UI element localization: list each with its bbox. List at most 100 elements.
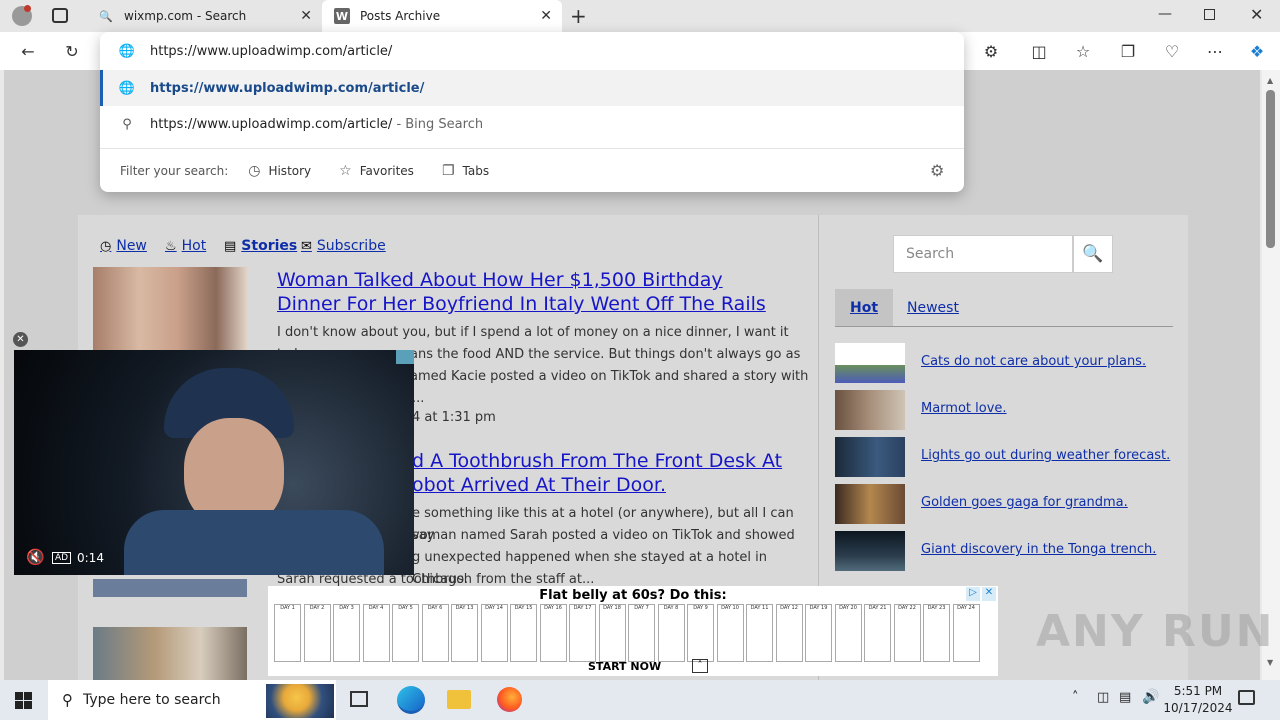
filter-tabs[interactable]: ❐ Tabs — [442, 163, 489, 179]
list-item[interactable]: Lights go out during weather forecast. — [835, 437, 1175, 477]
nav-subscribe[interactable]: ✉ Subscribe — [301, 238, 386, 254]
tab-newest[interactable]: Newest — [907, 289, 959, 327]
item-link[interactable]: Cats do not care about your plans. — [921, 354, 1146, 369]
tab-posts-archive[interactable]: W Posts Archive ✕ — [322, 0, 562, 32]
list-item[interactable]: Marmot love. — [835, 390, 1175, 430]
network-icon[interactable]: ◫ — [1097, 690, 1109, 705]
minimize-icon[interactable]: — — [1158, 6, 1172, 22]
video-time: 0:14 — [77, 551, 104, 565]
search-button[interactable]: 🔍 — [1073, 235, 1113, 273]
ad-day-cell: DAY 1 — [274, 604, 301, 662]
ad-day-cell: DAY 22 — [893, 604, 921, 662]
scroll-down-icon[interactable]: ▼ — [1267, 658, 1273, 667]
firefox-icon[interactable] — [497, 687, 522, 712]
ad-headline: Flat belly at 60s? Do this: — [539, 588, 727, 603]
chevron-up-icon[interactable]: ˄ — [692, 659, 708, 673]
back-icon[interactable]: ← — [17, 40, 39, 62]
address-input[interactable]: https://www.uploadwimp.com/article/ — [150, 44, 392, 59]
taskbar-search[interactable]: ⚲ Type here to search — [48, 680, 336, 720]
chip-label: History — [268, 163, 312, 178]
search-icon: ⚲ — [122, 116, 132, 132]
refresh-icon[interactable]: ↻ — [61, 40, 83, 62]
clock-time[interactable]: 5:51 PM — [1173, 684, 1223, 698]
tabs-icon: ❐ — [441, 162, 455, 179]
tab-hot[interactable]: Hot — [835, 289, 893, 327]
address-bar[interactable]: 🌐 https://www.uploadwimp.com/article/ — [100, 32, 964, 70]
edge-icon[interactable] — [397, 686, 425, 714]
windows-start-icon[interactable] — [15, 692, 32, 709]
copilot-icon[interactable]: ❖ — [1246, 40, 1268, 62]
item-link[interactable]: Giant discovery in the Tonga trench. — [921, 542, 1156, 557]
search-icon: 🔍 — [99, 9, 113, 23]
list-item[interactable]: Giant discovery in the Tonga trench. — [835, 531, 1175, 571]
sidebar-search-input[interactable]: Search — [893, 235, 1073, 273]
notifications-icon[interactable] — [1238, 690, 1255, 705]
close-window-icon[interactable]: ✕ — [1250, 5, 1263, 24]
filter-label: Filter your search: — [120, 163, 229, 178]
performance-icon[interactable]: ♡ — [1161, 40, 1183, 62]
item-link[interactable]: Marmot love. — [921, 401, 1007, 416]
extensions-icon[interactable]: ⚙ — [980, 40, 1002, 62]
nav-new[interactable]: ◷ New — [100, 238, 147, 254]
corner-badge — [396, 350, 414, 364]
scroll-up-icon[interactable]: ▲ — [1267, 76, 1273, 85]
list-item[interactable]: Cats do not care about your plans. — [835, 343, 1175, 383]
ad-day-cell: DAY 19 — [805, 604, 832, 662]
clock-date[interactable]: 10/17/2024 — [1163, 701, 1233, 715]
chevron-up-icon[interactable]: ˄ — [1072, 690, 1079, 705]
close-icon[interactable]: ✕ — [540, 8, 552, 24]
scrollbar[interactable]: ▲ ▼ — [1262, 70, 1280, 680]
tab-actions-icon[interactable] — [52, 8, 68, 23]
ad-banner[interactable]: Flat belly at 60s? Do this: DAY 1 DAY 2 DA… — [268, 586, 998, 676]
w-logo-icon: W — [334, 8, 350, 24]
post-excerpt: ans the food AND the service. But things… — [410, 347, 801, 362]
item-link[interactable]: Golden goes gaga for grandma. — [921, 495, 1128, 510]
video-player[interactable]: 🔇 AD 0:14 — [14, 350, 414, 575]
ad-day-cell: DAY 7 — [628, 604, 655, 662]
collections-icon[interactable]: ❐ — [1117, 40, 1139, 62]
ad-day-cell: DAY 18 — [598, 604, 626, 662]
close-icon[interactable]: ✕ — [13, 332, 28, 347]
item-link[interactable]: Lights go out during weather forecast. — [921, 448, 1170, 463]
scroll-thumb[interactable] — [1266, 90, 1275, 248]
post-excerpt: ... — [412, 391, 425, 406]
close-icon[interactable]: ✕ — [300, 8, 312, 24]
nav-label: Subscribe — [316, 238, 386, 254]
split-screen-icon[interactable]: ◫ — [1028, 40, 1050, 62]
search-icon: ⚲ — [62, 691, 73, 709]
task-view-icon[interactable] — [350, 691, 368, 707]
ad-day-cell: DAY 4 — [362, 604, 390, 662]
suggestion-bing[interactable]: ⚲ https://www.uploadwimp.com/article/ - … — [100, 106, 964, 142]
wifi-icon[interactable]: ▤ — [1119, 690, 1131, 705]
favorites-icon[interactable]: ☆ — [1072, 40, 1094, 62]
list-item[interactable]: Golden goes gaga for grandma. — [835, 484, 1175, 524]
filter-history[interactable]: ◷ History — [248, 163, 311, 179]
post-title[interactable]: Woman Talked About How Her $1,500 Birthd… — [277, 268, 787, 316]
nav-label: Hot — [181, 238, 207, 254]
close-ad-icon[interactable]: ✕ — [982, 587, 996, 601]
post-thumbnail[interactable] — [93, 579, 247, 597]
file-explorer-icon[interactable] — [447, 690, 471, 709]
nav-hot[interactable]: ♨ Hot — [165, 238, 206, 254]
post-thumbnail[interactable] — [93, 627, 247, 680]
settings-icon[interactable]: ⚙ — [930, 161, 944, 180]
ad-day-cell: DAY 20 — [834, 604, 862, 662]
filter-favorites[interactable]: ☆ Favorites — [339, 163, 414, 179]
adchoices-icon[interactable]: ▷ — [966, 587, 980, 601]
more-icon[interactable]: ⋯ — [1204, 40, 1226, 62]
suggestion-url[interactable]: 🌐 https://www.uploadwimp.com/article/ — [100, 70, 964, 106]
tab-search[interactable]: 🔍 wixmp.com - Search ✕ — [86, 0, 322, 32]
nav-stories[interactable]: ▤ Stories — [224, 238, 297, 254]
new-tab-icon[interactable]: + — [570, 4, 587, 28]
ad-cta[interactable]: START NOW — [588, 660, 661, 673]
post-title[interactable]: d A Toothbrush From The Front Desk At — [412, 449, 792, 473]
post-title[interactable]: obot Arrived At Their Door. — [412, 473, 792, 497]
taskbar-search-input[interactable]: Type here to search — [83, 692, 221, 708]
volume-icon[interactable]: 🔊 — [1142, 689, 1159, 705]
ad-day-cell: DAY 5 — [392, 604, 419, 662]
post-thumbnail[interactable] — [93, 267, 247, 351]
restore-icon[interactable] — [1204, 9, 1215, 20]
mute-icon[interactable]: 🔇 — [26, 548, 45, 566]
taskbar: ⚲ Type here to search ˄ ◫ ▤ 🔊 5:51 PM 10… — [0, 680, 1280, 720]
ad-day-cell: DAY 14 — [480, 604, 508, 662]
